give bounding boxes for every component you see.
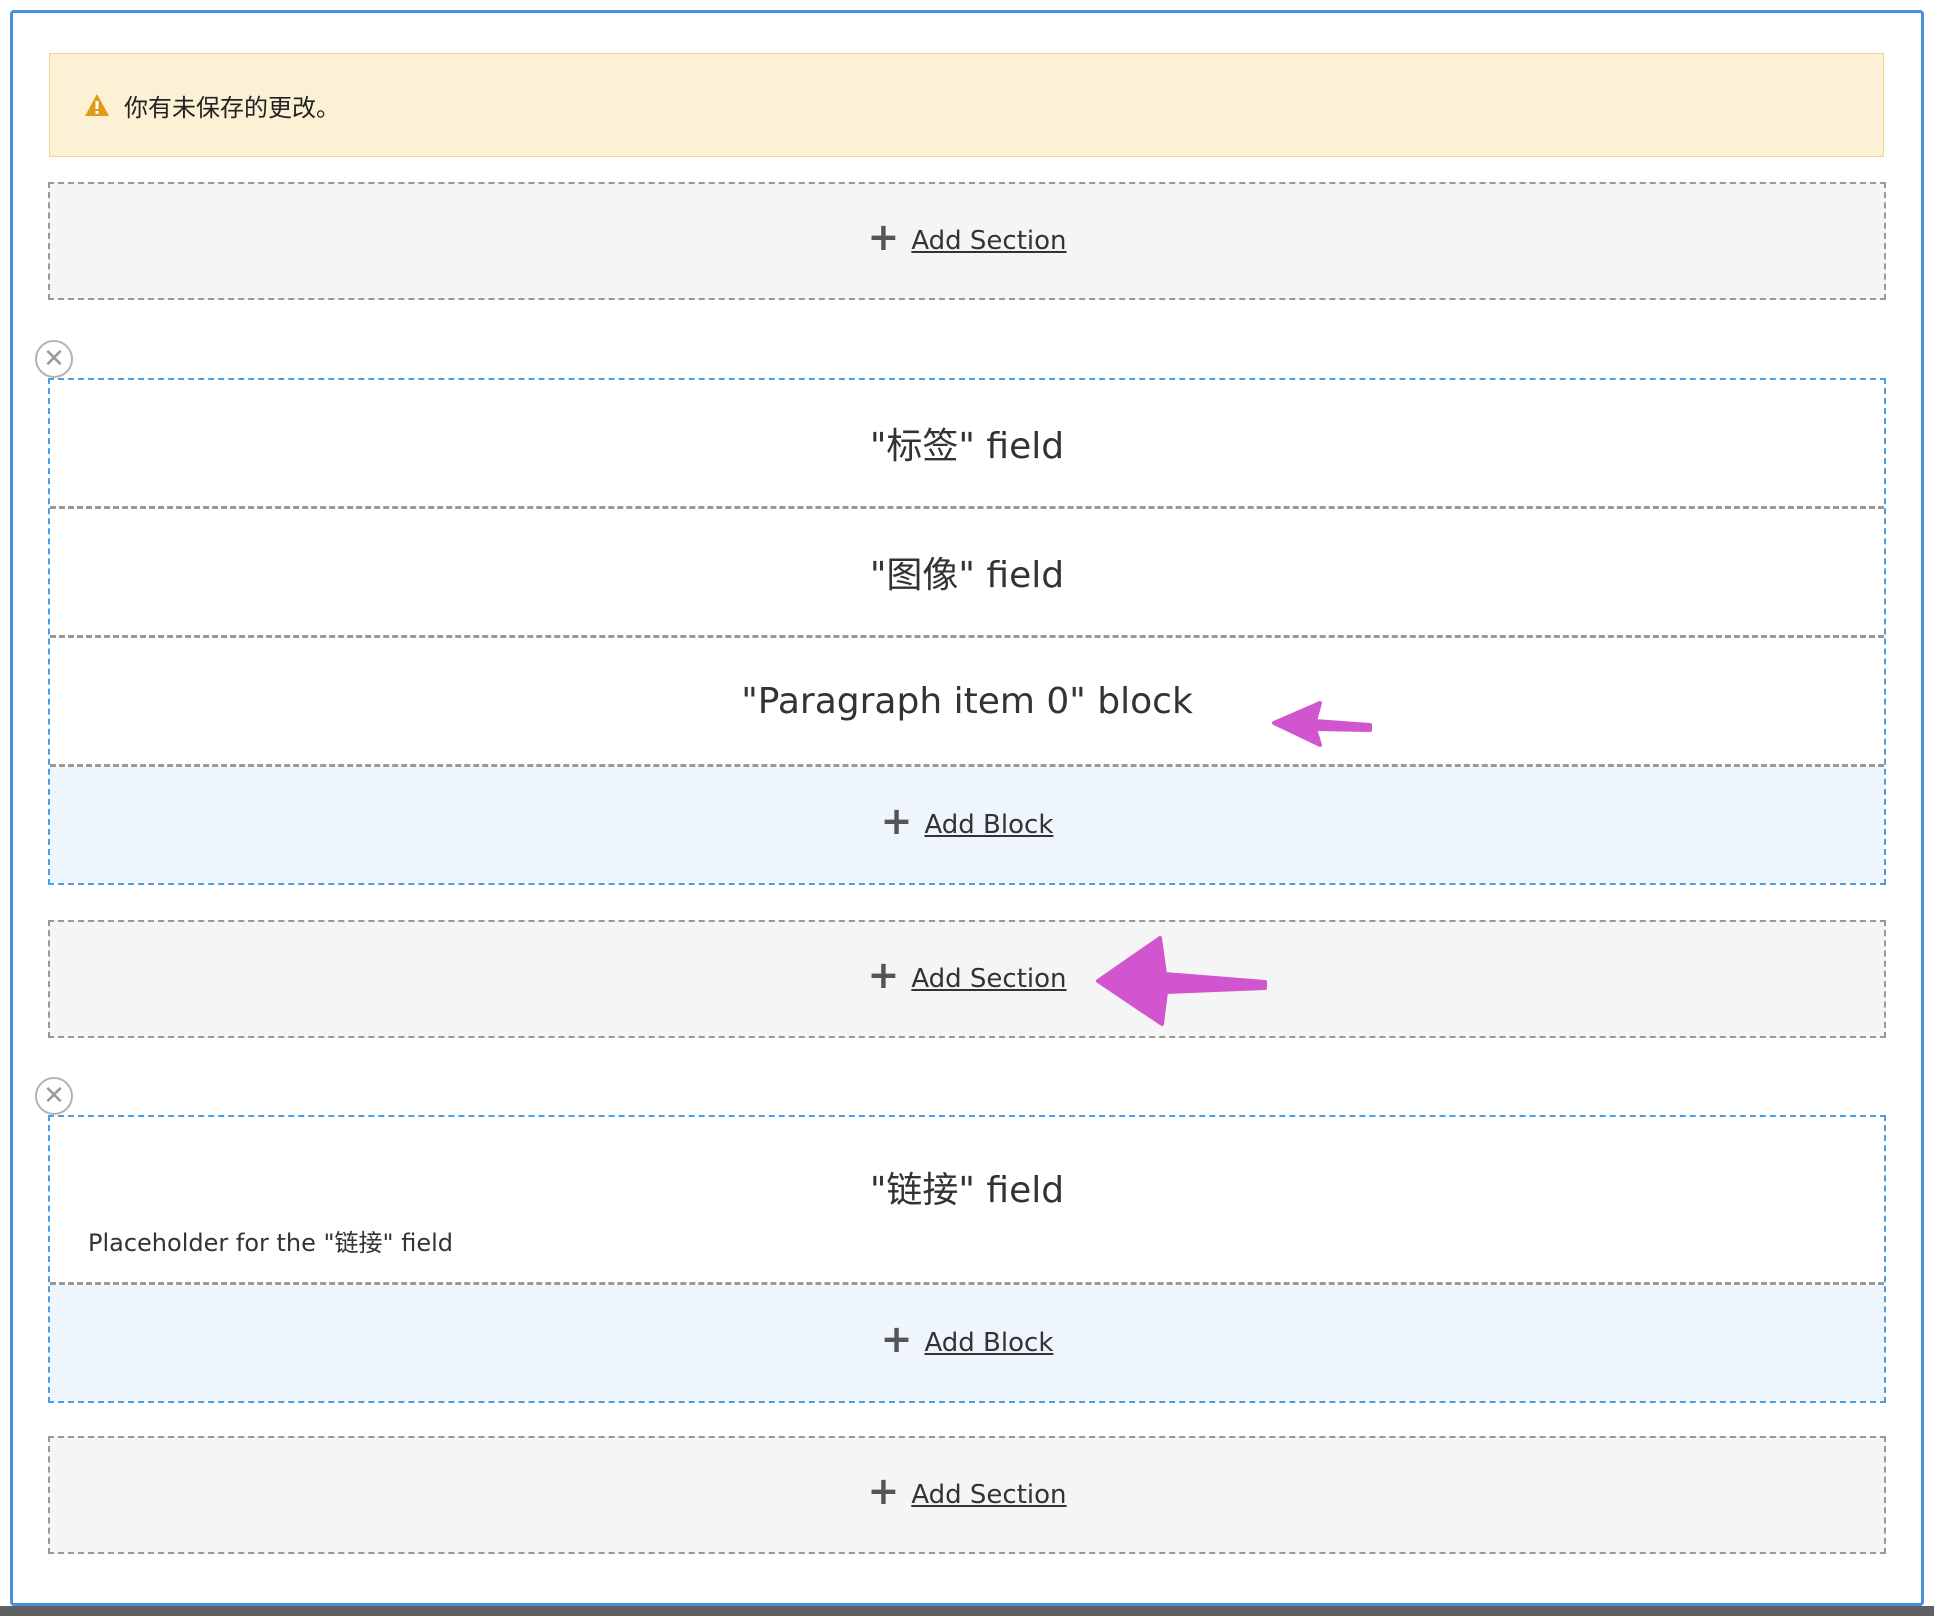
block-label: "链接" field xyxy=(869,1170,1065,1211)
add-section-link[interactable]: Add Section xyxy=(911,226,1066,256)
plus-icon: + xyxy=(867,1469,900,1513)
add-section-area: + Add Section xyxy=(48,1436,1886,1554)
block-label: "标签" field xyxy=(869,426,1065,467)
plus-icon: + xyxy=(880,799,913,843)
block-label: "Paragraph item 0" block xyxy=(741,680,1193,722)
add-block-link[interactable]: Add Block xyxy=(924,810,1053,840)
section: "链接" field Placeholder for the "链接" fiel… xyxy=(48,1115,1886,1403)
close-icon: ✕ xyxy=(43,344,65,374)
block-image-field[interactable]: "图像" field xyxy=(50,509,1884,638)
plus-icon: + xyxy=(867,953,900,997)
annotation-arrow-icon xyxy=(1272,701,1372,747)
window-bottom-edge xyxy=(0,1606,1934,1616)
add-block-link[interactable]: Add Block xyxy=(924,1328,1053,1358)
block-paragraph-item[interactable]: "Paragraph item 0" block xyxy=(50,638,1884,767)
block-tags-field[interactable]: "标签" field xyxy=(50,380,1884,509)
add-block-area: + Add Block xyxy=(50,767,1884,883)
plus-icon: + xyxy=(880,1317,913,1361)
add-section-area: + Add Section xyxy=(48,182,1886,300)
warning-icon xyxy=(84,93,110,117)
remove-section-button[interactable]: ✕ xyxy=(35,1077,73,1115)
block-label: "图像" field xyxy=(869,555,1065,596)
block-link-field[interactable]: "链接" field Placeholder for the "链接" fiel… xyxy=(50,1117,1884,1285)
add-block-area: + Add Block xyxy=(50,1285,1884,1401)
unsaved-changes-notice: 你有未保存的更改。 xyxy=(49,53,1884,157)
close-icon: ✕ xyxy=(43,1081,65,1111)
field-placeholder-text: Placeholder for the "链接" field xyxy=(88,1229,454,1257)
add-section-link[interactable]: Add Section xyxy=(911,964,1066,994)
section: "标签" field "图像" field "Paragraph item 0"… xyxy=(48,378,1886,885)
annotation-arrow-icon xyxy=(1096,936,1267,1026)
plus-icon: + xyxy=(867,215,900,259)
notice-message: 你有未保存的更改。 xyxy=(124,93,340,122)
add-section-area: + Add Section xyxy=(48,920,1886,1038)
add-section-link[interactable]: Add Section xyxy=(911,1480,1066,1510)
remove-section-button[interactable]: ✕ xyxy=(35,340,73,378)
